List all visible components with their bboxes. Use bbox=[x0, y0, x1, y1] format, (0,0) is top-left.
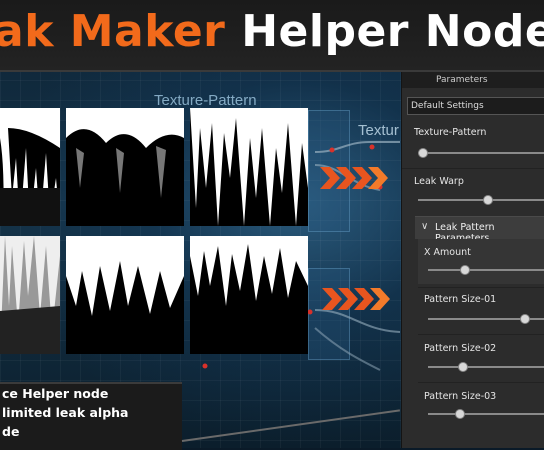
arrow-right-icon bbox=[322, 288, 390, 310]
slider-handle[interactable] bbox=[519, 314, 530, 324]
leak-thumbnail-2 bbox=[66, 108, 184, 226]
caption-line-3: de bbox=[2, 424, 20, 439]
pattern-size-02-label: Pattern Size-02 bbox=[424, 343, 497, 354]
leak-thumbnail-4 bbox=[0, 236, 60, 354]
leak-thumbnail-6 bbox=[190, 236, 308, 354]
slider-handle[interactable] bbox=[458, 362, 469, 372]
divider bbox=[418, 382, 544, 383]
divider bbox=[418, 287, 544, 288]
leak-thumbnail-5 bbox=[66, 236, 184, 354]
texture-pattern-slider[interactable] bbox=[418, 148, 544, 158]
title-orange: ak Maker bbox=[0, 6, 226, 57]
title-white: Helper Node bbox=[241, 6, 544, 57]
parameters-panel: Parameters Default Settings Texture-Patt… bbox=[401, 72, 544, 448]
node-label-texture: Textur bbox=[358, 122, 399, 139]
slider-handle[interactable] bbox=[455, 409, 465, 419]
pattern-size-03-slider[interactable] bbox=[428, 409, 544, 419]
title-banner: ak Maker Helper Node bbox=[0, 0, 544, 72]
x-amount-slider[interactable] bbox=[428, 265, 544, 275]
texture-pattern-label: Texture-Pattern bbox=[414, 127, 487, 138]
caption-box: ce Helper node limited leak alpha de bbox=[0, 382, 182, 450]
preset-dropdown[interactable]: Default Settings bbox=[407, 97, 544, 115]
leak-pattern-section-header[interactable]: ∨ Leak Pattern Parameters bbox=[415, 216, 544, 244]
chevron-down-icon: ∨ bbox=[421, 221, 429, 232]
slider-handle[interactable] bbox=[418, 148, 428, 158]
pattern-size-02-slider[interactable] bbox=[428, 362, 544, 372]
leak-warp-slider[interactable] bbox=[418, 195, 544, 205]
x-amount-group bbox=[418, 239, 544, 284]
pattern-size-01-slider[interactable] bbox=[428, 314, 544, 324]
divider bbox=[402, 168, 544, 169]
divider bbox=[418, 334, 544, 335]
slider-handle[interactable] bbox=[482, 195, 493, 205]
pattern-size-03-label: Pattern Size-03 bbox=[424, 391, 497, 402]
pattern-size-01-label: Pattern Size-01 bbox=[424, 294, 497, 305]
leak-thumbnail-3 bbox=[190, 108, 308, 226]
panel-header: Parameters bbox=[402, 72, 544, 88]
leak-warp-label: Leak Warp bbox=[414, 176, 464, 187]
leak-thumbnail-1 bbox=[0, 108, 60, 226]
node-label-texture-pattern: Texture-Pattern bbox=[154, 92, 257, 109]
caption-line-2: limited leak alpha bbox=[2, 405, 129, 420]
page-title: ak Maker Helper Node bbox=[0, 2, 544, 62]
x-amount-label: X Amount bbox=[424, 247, 471, 258]
arrow-right-icon bbox=[320, 167, 388, 189]
caption-line-1: ce Helper node bbox=[2, 386, 109, 401]
